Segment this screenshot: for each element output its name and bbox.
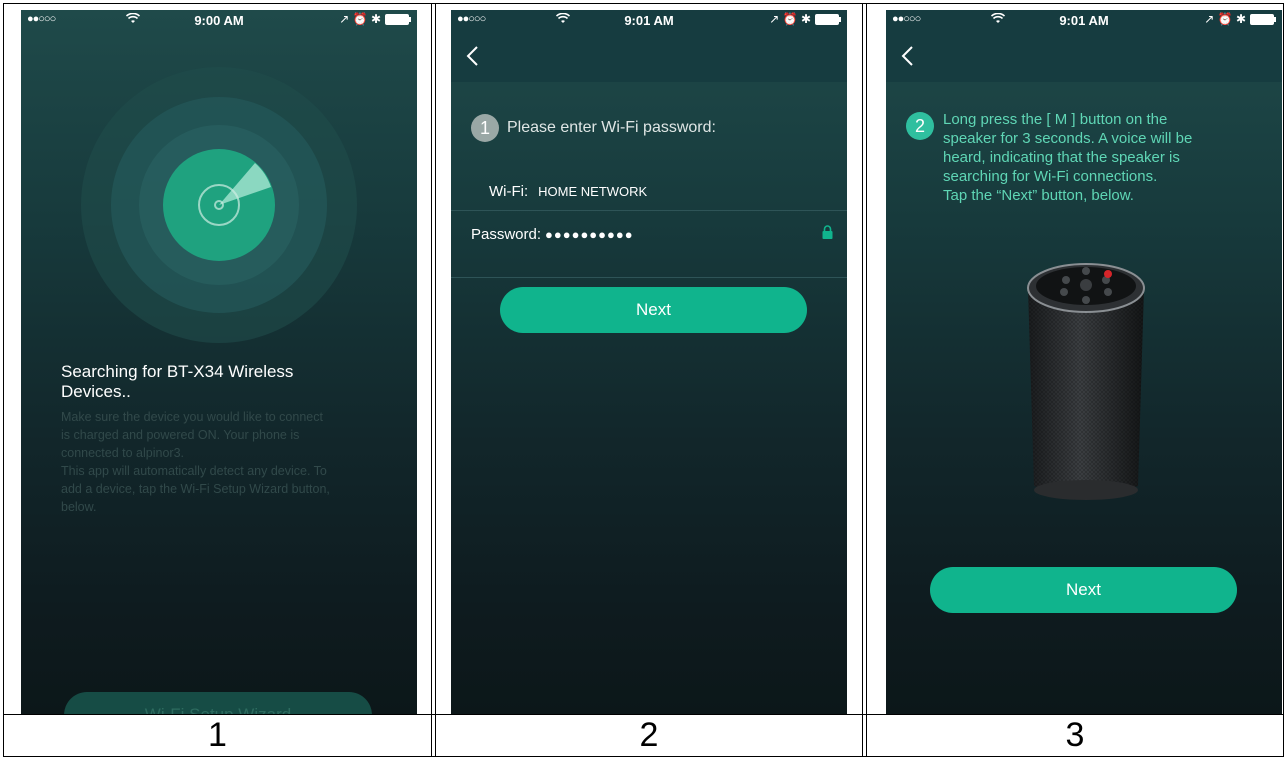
search-help-text: Make sure the device you would like to c… [61,410,330,514]
column-divider [862,3,863,757]
status-icons: ↗ ⏰ ✱ [769,12,841,26]
back-chevron-icon[interactable] [465,44,479,72]
step-text: Please enter Wi-Fi password: [507,119,716,136]
caption-3: 3 [1065,716,1085,754]
next-button[interactable]: Next [500,287,807,333]
back-chevron-icon[interactable] [900,44,914,72]
battery-icon [385,13,411,25]
status-bar: ●●○○○ 9:00 AM ↗ ⏰ ✱ [21,10,417,32]
search-title: Searching for BT-X34 Wireless Devices.. [61,362,294,401]
radar-graphic [81,67,357,343]
status-bar: ●●○○○ 9:01 AM ↗ ⏰ ✱ [886,10,1282,32]
password-value: ●●●●●●●●●● [545,226,634,242]
password-field[interactable]: Password: ●●●●●●●●●● [471,220,833,248]
password-label: Password: [471,225,542,243]
instruction-text: Long press the [ M ] button on the speak… [943,111,1193,204]
wifi-label: Wi-Fi: [489,183,529,200]
wifi-network-value: HOME NETWORK [538,184,648,199]
status-icons: ↗ ⏰ ✱ [339,12,411,26]
step-heading: 1 Please enter Wi-Fi password: [471,114,716,142]
screen-searching: ●●○○○ 9:00 AM ↗ ⏰ ✱ Searching for BT-X34… [21,10,417,714]
lock-icon [822,224,833,244]
battery-icon [1250,13,1276,25]
column-divider [431,3,432,757]
status-icons: ↗ ⏰ ✱ [1204,12,1276,26]
column-divider [866,3,867,757]
screen-speaker-instructions: ●●○○○ 9:01 AM ↗ ⏰ ✱ 2 Long press the [ M… [886,10,1282,714]
location-alarm-bluetooth-icons: ↗ ⏰ ✱ [769,12,811,26]
next-button[interactable]: Next [930,567,1237,613]
row-divider [451,277,847,278]
step-number-badge: 2 [906,112,934,140]
screen-wifi-password: ●●○○○ 9:01 AM ↗ ⏰ ✱ 1 Please enter Wi-Fi… [451,10,847,714]
wifi-setup-wizard-button[interactable]: Wi-Fi Setup Wizard [64,692,372,714]
location-alarm-bluetooth-icons: ↗ ⏰ ✱ [1204,12,1246,26]
location-alarm-bluetooth-icons: ↗ ⏰ ✱ [339,12,381,26]
speaker-image [1027,263,1145,500]
battery-icon [815,13,841,25]
step-number-badge: 1 [471,114,499,142]
status-bar: ●●○○○ 9:01 AM ↗ ⏰ ✱ [451,10,847,32]
wifi-row: Wi-Fi: HOME NETWORK [489,183,647,200]
column-divider [435,3,436,757]
caption-1: 1 [208,716,227,754]
row-divider [451,210,847,211]
caption-2: 2 [639,716,659,754]
